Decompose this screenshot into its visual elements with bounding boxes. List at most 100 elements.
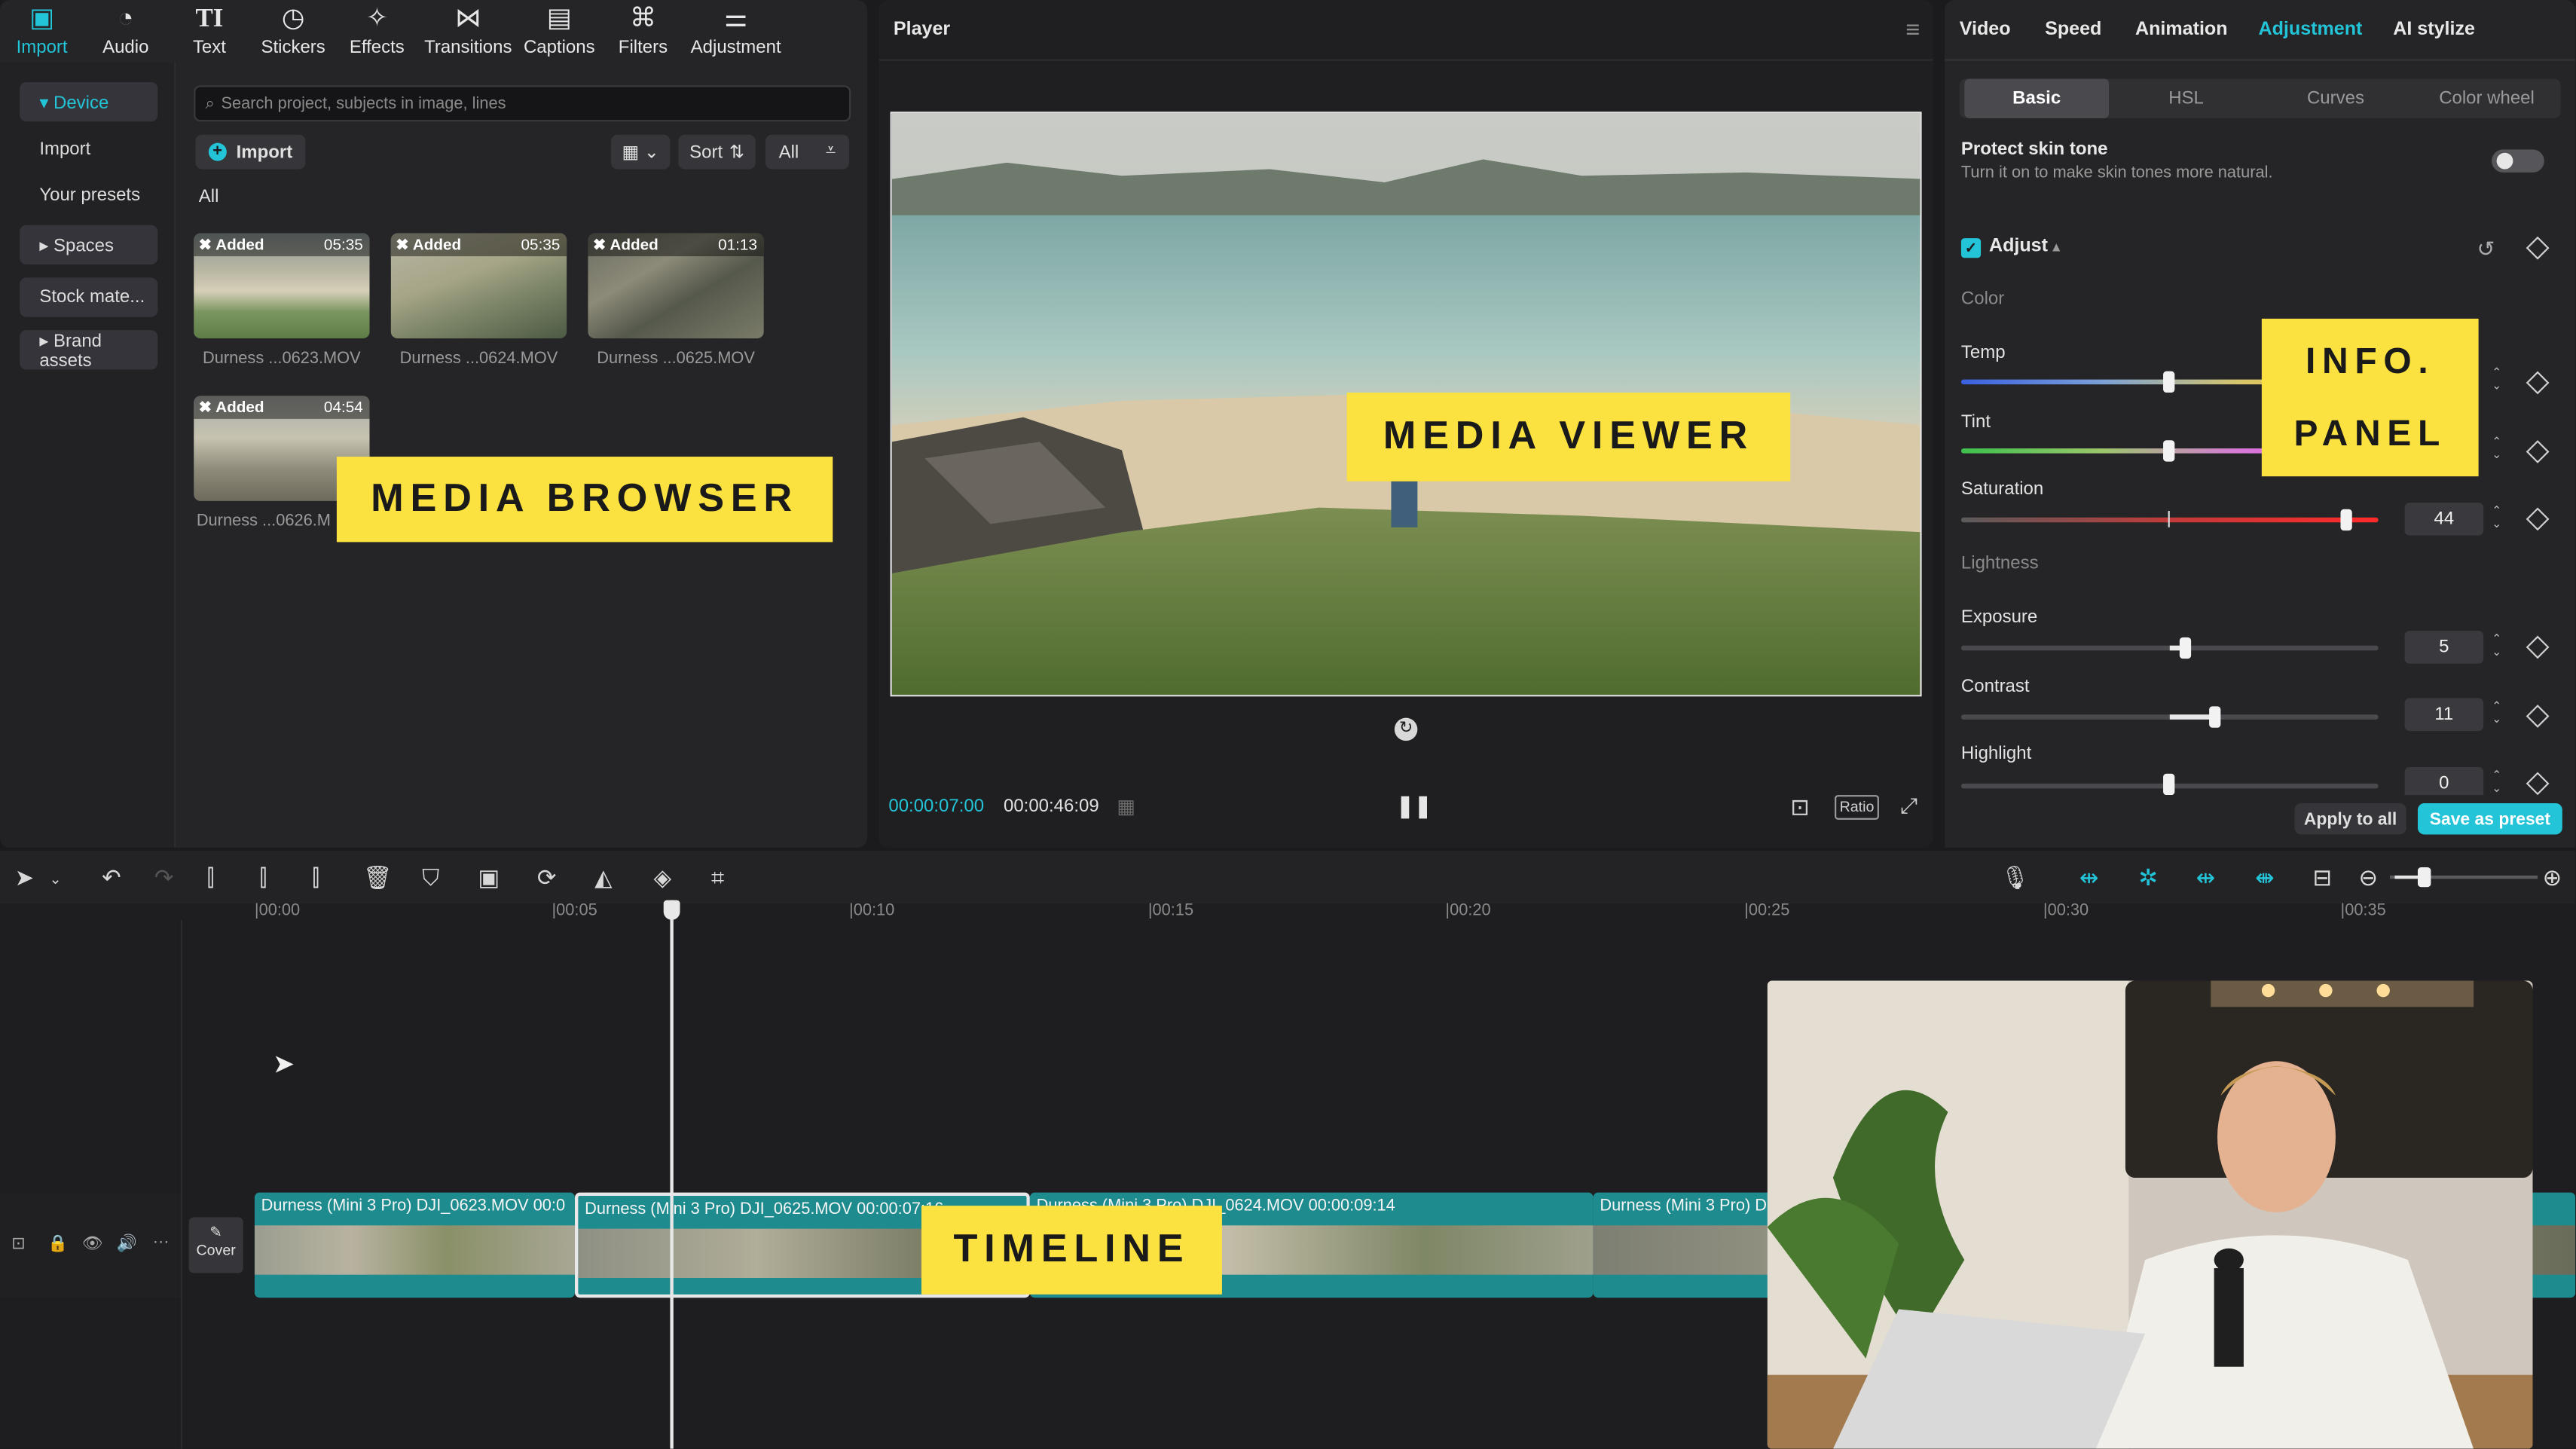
grid-view-icon[interactable]: ▦	[1117, 795, 1135, 818]
sidebar-item-stock[interactable]: Stock mate...	[20, 277, 158, 317]
split-icon[interactable]: ⫿	[207, 864, 215, 892]
import-icon: ▣	[29, 4, 55, 32]
select-tool-icon[interactable]: ➤	[15, 864, 35, 892]
delete-icon[interactable]: 🗑	[363, 864, 393, 892]
sort-button[interactable]: Sort ⇅	[678, 134, 756, 170]
zoom-slider-knob[interactable]	[2417, 867, 2431, 888]
tab-ai-stylize[interactable]: AI stylize	[2393, 20, 2475, 39]
microphone-icon[interactable]: 🎙	[2000, 864, 2030, 892]
view-mode-button[interactable]: ▦ ⌄	[610, 134, 671, 170]
tab-video[interactable]: Video	[1960, 20, 2011, 39]
zoom-out-icon[interactable]: ⊖	[2358, 864, 2378, 892]
magnet-icon[interactable]: ✲	[2138, 864, 2158, 892]
media-thumbnail[interactable]: ✖ Added 05:35	[390, 233, 567, 339]
media-thumbnail[interactable]: ✖ Added 05:35	[194, 233, 370, 339]
contrast-slider-knob[interactable]	[2209, 706, 2221, 728]
rotate-tool-icon[interactable]: ◈	[654, 864, 672, 892]
playhead[interactable]	[670, 900, 674, 1449]
save-preset-button[interactable]: Save as preset	[2417, 803, 2562, 835]
freeze-icon[interactable]: ▣	[478, 864, 500, 892]
saturation-slider-knob[interactable]	[2340, 509, 2352, 531]
segment-curves[interactable]: Curves	[2263, 79, 2408, 118]
tab-speed[interactable]: Speed	[2045, 20, 2101, 39]
fullscreen-icon[interactable]: ⤢	[1900, 793, 1917, 820]
tab-effects[interactable]: ✧ Effects	[335, 0, 419, 63]
ratio-button[interactable]: Ratio	[1835, 795, 1879, 820]
reverse-icon[interactable]: ⟳	[537, 864, 557, 892]
eye-icon[interactable]: 👁	[82, 1235, 103, 1253]
cover-button[interactable]: ✎ Cover	[188, 1217, 243, 1273]
track-select-icon[interactable]: ⊡	[11, 1235, 25, 1253]
lock-icon[interactable]: 🔒	[47, 1235, 68, 1253]
link-clips-icon[interactable]: ⇹	[2196, 864, 2216, 892]
thumb-duration: 05:35	[521, 236, 561, 255]
search-input[interactable]: ⌕ Search project, subjects in image, line…	[194, 85, 851, 122]
zoom-in-icon[interactable]: ⊕	[2543, 864, 2562, 892]
import-button[interactable]: + Import	[195, 134, 306, 170]
screenshot-icon[interactable]: ⊡	[1790, 793, 1810, 821]
filter-icon: ⩡	[825, 141, 836, 161]
video-preview[interactable]: MEDIA VIEWER	[890, 112, 1922, 697]
more-icon[interactable]: ···	[153, 1233, 170, 1252]
contrast-value[interactable]: 11	[2404, 698, 2484, 732]
saturation-stepper[interactable]: ⌃ ⌄	[2487, 503, 2507, 536]
highlight-slider-knob[interactable]	[2163, 773, 2175, 796]
sidebar-item-import[interactable]: Import	[20, 130, 157, 169]
sidebar-item-device[interactable]: ▾ Device	[20, 82, 158, 122]
marker-icon[interactable]: ⛉	[422, 864, 439, 892]
tab-import[interactable]: ▣ Import	[0, 0, 84, 63]
pause-icon[interactable]: ❚❚	[1396, 793, 1432, 820]
protect-skin-toggle[interactable]	[2492, 149, 2544, 173]
sidebar-item-brand-assets[interactable]: ▸ Brand assets	[20, 330, 158, 371]
menu-icon[interactable]: ≡	[1905, 17, 1920, 44]
adjust-checkbox[interactable]: ✓	[1960, 238, 1982, 258]
temp-stepper[interactable]: ⌃ ⌄	[2487, 365, 2507, 398]
segment-hsl[interactable]: HSL	[2116, 79, 2257, 118]
timeline-clip[interactable]: Durness (Mini 3 Pro) DJI_0623.MOV 00:0	[254, 1192, 575, 1298]
exposure-slider-knob[interactable]	[2179, 637, 2192, 659]
volume-icon[interactable]: 🔊	[117, 1235, 137, 1253]
tab-captions[interactable]: ▤ Captions	[518, 0, 601, 63]
caption-view-icon[interactable]: ⊟	[2312, 864, 2332, 892]
clip-title: Durness (Mini 3 Pro) DJI_0625.MOV 00:00:…	[585, 1200, 944, 1219]
tab-transitions[interactable]: ⋈ Transitions	[419, 0, 518, 63]
timeline-ruler[interactable]	[0, 903, 2575, 927]
tab-text[interactable]: TI Text	[167, 0, 251, 63]
tab-stickers[interactable]: ◷ Stickers	[252, 0, 335, 63]
filter-button[interactable]: All ⩡	[765, 134, 850, 170]
tab-audio[interactable]: ◔ Audio	[84, 0, 167, 63]
thumb-duration: 01:13	[718, 236, 757, 255]
tab-animation[interactable]: Animation	[2135, 20, 2228, 39]
tint-stepper[interactable]: ⌃ ⌄	[2487, 434, 2507, 467]
rotate-icon[interactable]: ↻	[1394, 717, 1418, 741]
split-right-icon[interactable]: ⫿	[312, 864, 319, 892]
mirror-icon[interactable]: ◭	[594, 864, 613, 892]
collapse-icon[interactable]: ▲	[2050, 240, 2063, 255]
media-thumbnail[interactable]: ✖ Added 01:13	[588, 233, 764, 339]
tab-filters[interactable]: ⌘ Filters	[601, 0, 685, 63]
temp-slider-knob[interactable]	[2163, 371, 2175, 393]
reset-icon[interactable]: ↺	[2477, 237, 2495, 263]
crop-icon[interactable]: ⌗	[711, 864, 724, 892]
playhead-handle[interactable]	[663, 900, 680, 920]
tint-slider-knob[interactable]	[2163, 440, 2175, 462]
exposure-stepper[interactable]: ⌃ ⌄	[2487, 631, 2507, 664]
apply-to-all-button[interactable]: Apply to all	[2294, 803, 2406, 835]
link-main-icon[interactable]: ⇹	[2079, 864, 2099, 892]
tab-adjustment-active[interactable]: Adjustment	[2259, 20, 2363, 39]
sidebar-item-presets[interactable]: Your presets	[20, 176, 157, 215]
segment-basic[interactable]: Basic	[1964, 78, 2110, 118]
tab-label: Captions	[523, 37, 595, 57]
exposure-value[interactable]: 5	[2404, 631, 2484, 664]
sidebar-item-spaces[interactable]: ▸ Spaces	[20, 225, 158, 264]
tab-adjustment[interactable]: ⚌ Adjustment	[685, 0, 787, 63]
preview-axis-icon[interactable]: ⇼	[2255, 864, 2275, 892]
segment-color-wheel[interactable]: Color wheel	[2415, 79, 2559, 118]
clip-title: Durness (Mini 3 Pro) DJI_0623.MOV 00:0	[261, 1197, 566, 1216]
split-left-icon[interactable]: ⫿	[259, 864, 267, 892]
contrast-stepper[interactable]: ⌃ ⌄	[2487, 699, 2507, 732]
chevron-down-icon[interactable]: ⌄	[49, 870, 61, 888]
undo-icon[interactable]: ↶	[102, 864, 121, 892]
saturation-value[interactable]: 44	[2404, 503, 2484, 536]
redo-icon[interactable]: ↷	[154, 864, 174, 892]
